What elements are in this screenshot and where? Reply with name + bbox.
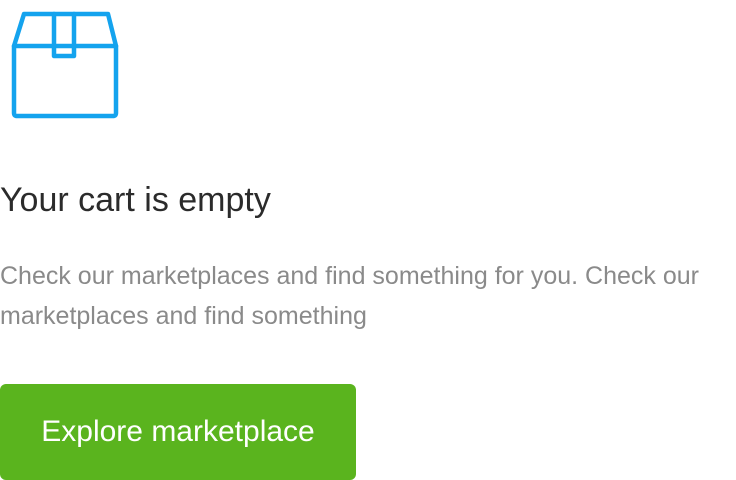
empty-cart-state: Your cart is empty Check our marketplace… — [0, 0, 736, 480]
empty-cart-title: Your cart is empty — [0, 181, 271, 219]
explore-marketplace-button[interactable]: Explore marketplace — [0, 384, 356, 480]
empty-cart-description: Check our marketplaces and find somethin… — [0, 262, 699, 330]
box-icon — [8, 8, 120, 120]
